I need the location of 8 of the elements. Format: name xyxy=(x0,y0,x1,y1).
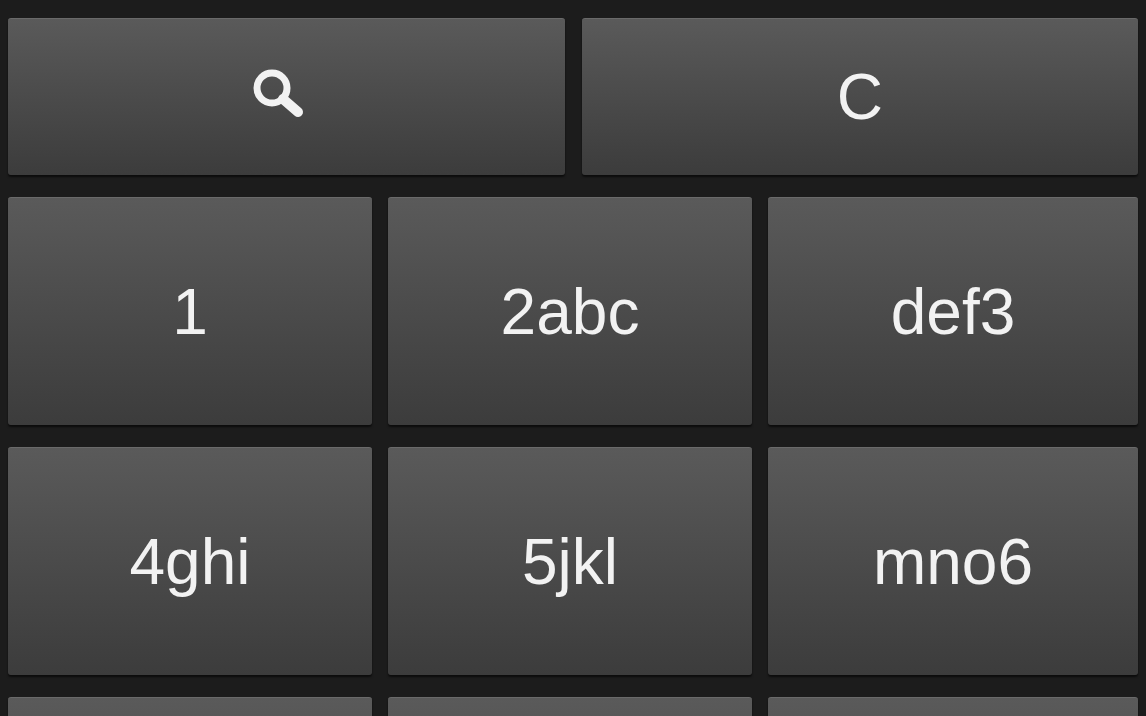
dial-key[interactable]: 1 xyxy=(8,197,372,425)
dial-key[interactable]: 4ghi xyxy=(8,447,372,675)
dial-key[interactable]: def3 xyxy=(768,197,1138,425)
dial-key[interactable]: 2abc xyxy=(388,197,752,425)
clear-button[interactable]: C xyxy=(581,18,1138,175)
search-button[interactable] xyxy=(8,18,565,175)
dial-key[interactable]: 5jkl xyxy=(388,447,752,675)
dial-key[interactable]: mno6 xyxy=(768,447,1138,675)
